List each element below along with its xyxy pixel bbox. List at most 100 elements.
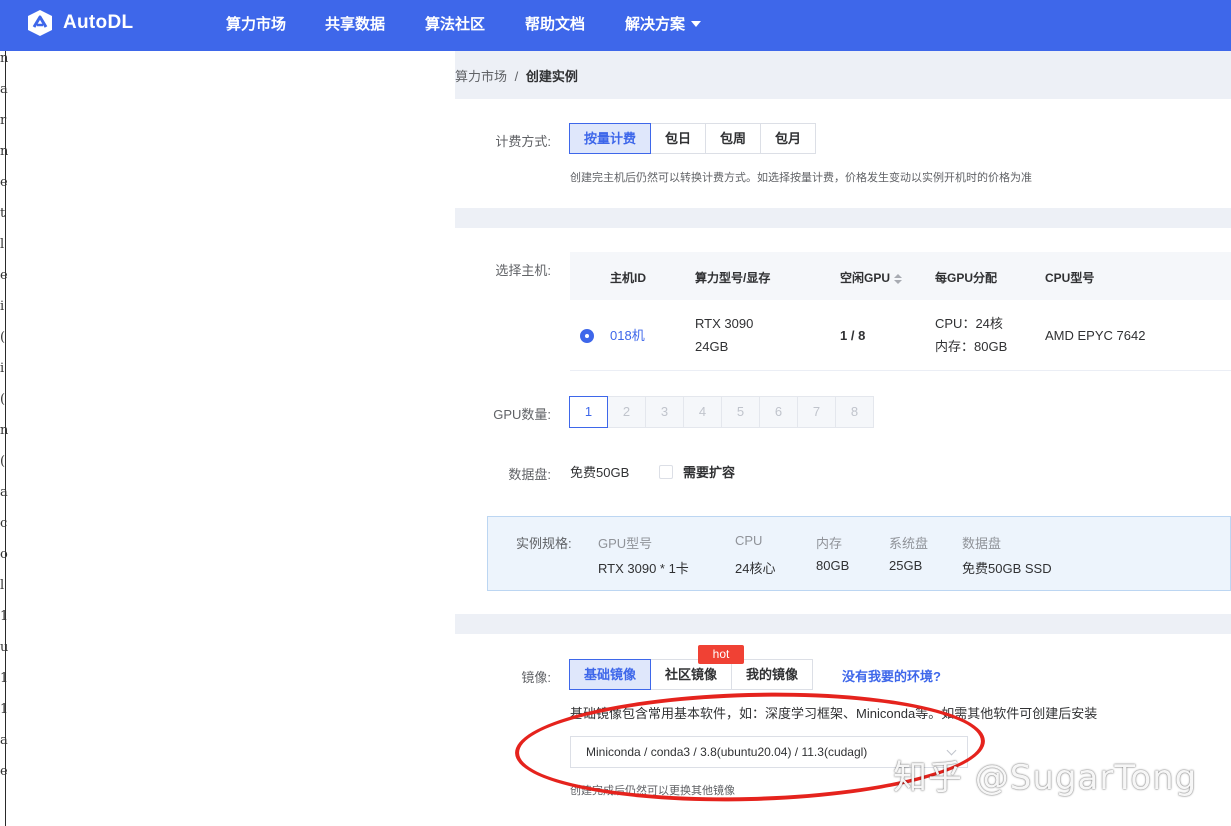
cropped-glyph: u xyxy=(0,640,9,655)
cropped-glyph: l xyxy=(0,237,5,252)
brand-logo[interactable]: AutoDL xyxy=(25,8,133,38)
sort-icon[interactable] xyxy=(894,273,903,284)
host-gpu-name: RTX 3090 xyxy=(695,316,754,331)
gpu-count-option-4[interactable]: 4 xyxy=(683,396,722,428)
gpu-count-option-5[interactable]: 5 xyxy=(721,396,760,428)
gpu-count-option-3[interactable]: 3 xyxy=(645,396,684,428)
nav-shared-data[interactable]: 共享数据 xyxy=(325,13,385,34)
gpu-count-option-2[interactable]: 2 xyxy=(607,396,646,428)
spec-header-system-disk: 系统盘 xyxy=(889,536,929,551)
spec-header-cpu: CPU xyxy=(735,533,763,548)
host-table-header: 主机ID 算力型号/显存 空闲GPU 每GPU分配 CPU型号 xyxy=(570,252,1231,300)
cropped-glyph: i xyxy=(0,361,5,376)
host-free-gpu: 1 / 8 xyxy=(840,328,866,343)
nav-compute-market[interactable]: 算力市场 xyxy=(226,13,286,34)
breadcrumb: 算力市场 / 创建实例 xyxy=(455,66,578,85)
col-gpu-model: 算力型号/显存 xyxy=(695,271,771,285)
instance-spec-box: 实例规格: GPU型号 CPU 内存 系统盘 数据盘 RTX 3090 * 1卡… xyxy=(487,516,1231,591)
host-per-gpu: CPU：24核 内存：80GB xyxy=(935,312,1007,358)
hot-badge: hot xyxy=(698,645,744,664)
image-select-value: Miniconda / conda3 / 3.8(ubuntu20.04) / … xyxy=(586,745,868,759)
billing-label: 计费方式: xyxy=(495,134,551,149)
cropped-glyph: ( xyxy=(0,454,6,469)
cropped-glyph: 1 xyxy=(0,702,9,717)
col-per-gpu: 每GPU分配 xyxy=(935,271,998,285)
spec-value-cpu: 24核心 xyxy=(735,561,776,576)
cropped-glyph: e xyxy=(0,268,8,283)
spec-value-data-disk: 免费50GB SSD xyxy=(962,561,1052,576)
caret-down-icon xyxy=(691,21,702,27)
cropped-glyph: ( xyxy=(0,392,6,407)
cropped-glyph: a xyxy=(0,733,8,748)
nav-solutions[interactable]: 解决方案 xyxy=(625,13,702,34)
nav-solutions-label: 解决方案 xyxy=(625,16,686,33)
cropped-glyph: a xyxy=(0,485,8,500)
host-row-radio[interactable] xyxy=(580,329,594,343)
col-free-gpu-label: 空闲GPU xyxy=(840,271,891,285)
col-cpu-model: CPU型号 xyxy=(1045,271,1095,285)
gpu-count-option-7[interactable]: 7 xyxy=(797,396,836,428)
billing-options: 按量计费 包日 包周 包月 xyxy=(569,123,817,154)
host-label: 选择主机: xyxy=(495,263,551,278)
zhihu-watermark: 知乎 @SugarTong xyxy=(893,758,1198,798)
col-host-id: 主机ID xyxy=(610,271,647,285)
image-tab-mine[interactable]: 我的镜像 xyxy=(731,659,814,690)
col-free-gpu[interactable]: 空闲GPU xyxy=(840,269,903,286)
spec-header-gpu: GPU型号 xyxy=(598,536,653,551)
cropped-glyph: c xyxy=(0,516,8,531)
cropped-glyph: i xyxy=(0,299,5,314)
table-row-divider xyxy=(570,370,1231,371)
gpu-count-option-1[interactable]: 1 xyxy=(569,396,608,428)
gpu-count-option-6[interactable]: 6 xyxy=(759,396,798,428)
cropped-glyph: 1 xyxy=(0,671,9,686)
billing-hint: 创建完主机后仍然可以转换计费方式。如选择按量计费，价格发生变动以实例开机时的价格… xyxy=(570,172,1032,184)
billing-option-daily[interactable]: 包日 xyxy=(650,123,707,154)
nav-algorithm-community[interactable]: 算法社区 xyxy=(425,13,485,34)
autodl-logo-icon xyxy=(28,10,52,36)
gpu-count-label: GPU数量: xyxy=(493,407,551,422)
expand-disk-label[interactable]: 需要扩容 xyxy=(683,461,735,484)
cropped-glyph: 1 xyxy=(0,609,9,624)
left-cropped-edge: n a r n e t l e i (i (n (a c o l 1 u 1 1 a e xyxy=(0,51,9,826)
nav-help-docs[interactable]: 帮助文档 xyxy=(525,13,585,34)
spec-label: 实例规格: xyxy=(516,536,572,551)
cropped-glyph: t xyxy=(0,206,6,221)
billing-option-weekly[interactable]: 包周 xyxy=(705,123,762,154)
billing-option-monthly[interactable]: 包月 xyxy=(760,123,817,154)
billing-option-pay-as-you-go[interactable]: 按量计费 xyxy=(569,123,652,154)
spec-header-memory: 内存 xyxy=(816,536,843,551)
host-cpu-model: AMD EPYC 7642 xyxy=(1045,328,1146,343)
cropped-glyph: e xyxy=(0,764,8,779)
cropped-glyph: l xyxy=(0,578,5,593)
gpu-count-option-8[interactable]: 8 xyxy=(835,396,874,428)
cropped-glyph: r xyxy=(0,113,7,128)
image-label: 镜像: xyxy=(521,670,551,685)
host-gpu-vram: 24GB xyxy=(695,339,729,354)
host-mem-alloc: 内存：80GB xyxy=(935,339,1008,354)
expand-disk-checkbox[interactable] xyxy=(659,465,673,479)
gpu-count-options: 1 2 3 4 5 6 7 8 xyxy=(569,396,874,428)
host-id[interactable]: 018机 xyxy=(610,324,645,347)
data-disk-label: 数据盘: xyxy=(508,467,551,482)
cropped-glyph: e xyxy=(0,175,8,190)
missing-env-link[interactable]: 没有我要的环境? xyxy=(842,666,941,685)
cropped-glyph: o xyxy=(0,547,8,562)
cropped-glyph: n xyxy=(0,51,9,66)
data-disk-value: 免费50GB xyxy=(570,465,630,480)
host-gpu-model: RTX 3090 24GB xyxy=(695,312,753,358)
breadcrumb-separator: / xyxy=(514,69,519,84)
breadcrumb-current: 创建实例 xyxy=(525,69,578,84)
host-cpu-alloc: CPU：24核 xyxy=(935,316,1003,331)
cropped-glyph: ( xyxy=(0,330,6,345)
spec-value-memory: 80GB xyxy=(816,558,850,573)
image-hint: 基础镜像包含常用基本软件，如：深度学习框架、Miniconda等。如需其他软件可… xyxy=(570,706,1098,721)
breadcrumb-parent[interactable]: 算力市场 xyxy=(455,69,507,84)
image-after-hint: 创建完成后仍然可以更换其他镜像 xyxy=(570,785,735,797)
spec-value-system-disk: 25GB xyxy=(889,558,923,573)
image-tab-base[interactable]: 基础镜像 xyxy=(569,659,652,690)
spec-value-gpu: RTX 3090 * 1卡 xyxy=(598,561,689,576)
brand-name: AutoDL xyxy=(63,12,134,33)
spec-header-data-disk: 数据盘 xyxy=(962,536,1002,551)
cropped-glyph: n xyxy=(0,423,9,438)
cropped-glyph: n xyxy=(0,144,9,159)
